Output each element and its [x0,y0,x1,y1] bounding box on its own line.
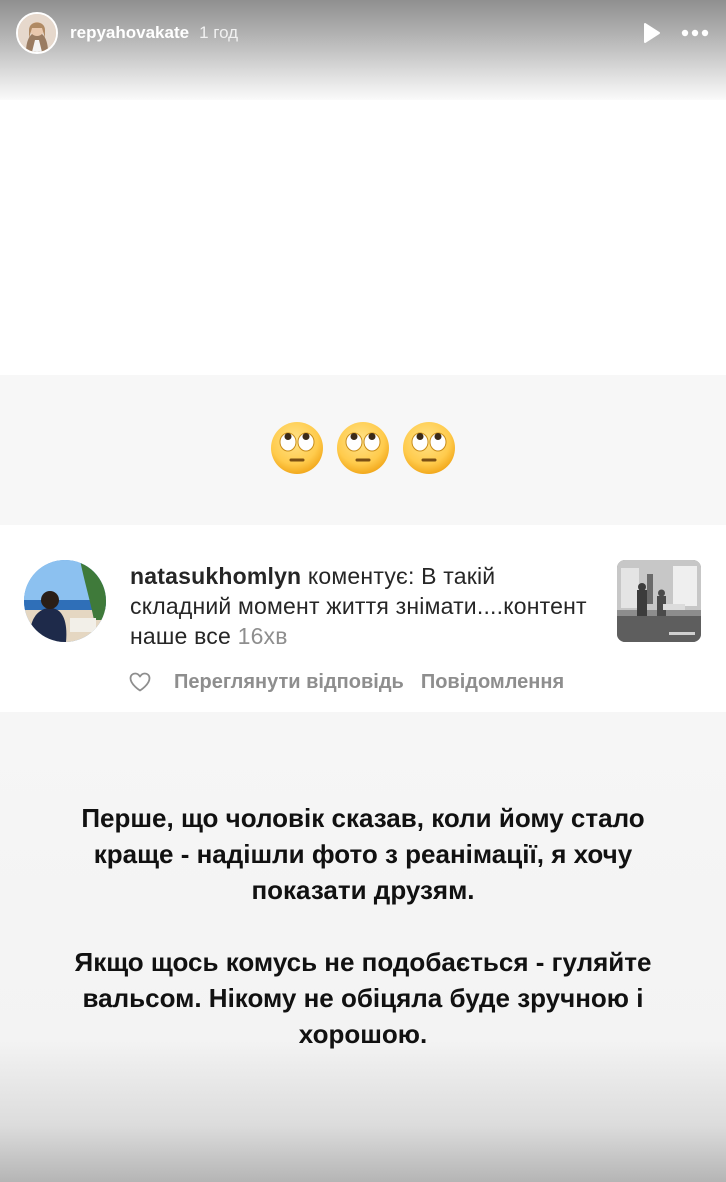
view-replies-button[interactable]: Переглянути відповідь [174,671,404,694]
comment-timestamp: 16хв [237,623,288,649]
message-button[interactable]: Повідомлення [421,671,564,694]
rolling-eyes-emoji-icon [403,422,455,474]
story-timestamp: 1 год [199,23,239,42]
comment-text: natasukhomlyn коментує: В такій складний… [130,561,590,651]
story-white-area [0,100,726,375]
story-username[interactable]: repyahovakate [70,23,189,43]
comment-card: natasukhomlyn коментує: В такій складний… [0,525,726,712]
rolling-eyes-emoji-icon [337,422,389,474]
emoji-row [0,420,726,484]
more-options-icon[interactable] [680,22,710,44]
story-paragraph-1: Перше, що чоловік сказав, коли йому стал… [81,803,645,905]
story-paragraph-2: Якщо щось комусь не подобається - гуляйт… [74,947,652,1049]
heart-icon[interactable] [128,670,152,694]
story-caption: Перше, що чоловік сказав, коли йому стал… [40,800,686,1088]
commenter-username[interactable]: natasukhomlyn [130,563,301,589]
story-header: repyahovakate 1 год [0,0,726,66]
post-thumbnail[interactable] [617,560,701,642]
profile-avatar[interactable] [16,12,58,54]
rolling-eyes-emoji-icon [271,422,323,474]
play-icon[interactable] [640,22,662,44]
commenter-avatar[interactable] [24,560,106,642]
